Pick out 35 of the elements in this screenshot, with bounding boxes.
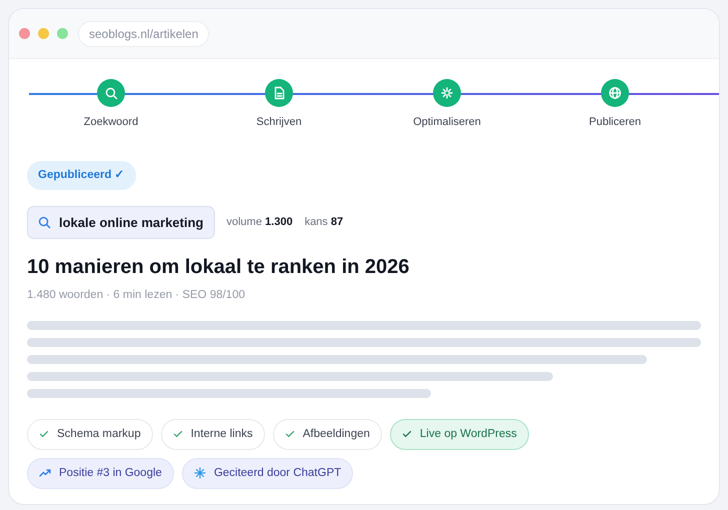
check-icon [402, 429, 412, 440]
check-icon [284, 429, 295, 440]
article-meta: 1.480 woorden · 6 min lezen · SEO 98/100 [27, 288, 246, 304]
trend-up-icon [39, 468, 51, 478]
address-bar[interactable]: seoblogs.nl/artikelen [78, 20, 210, 46]
feature-tag: Interne links [160, 418, 265, 450]
step-marker[interactable] [601, 79, 629, 107]
step-label: Schrijven [256, 115, 302, 130]
step-label: Optimaliseren [413, 115, 481, 130]
keyword-text: lokale online marketing [59, 214, 204, 232]
result-tag: Geciteerd door ChatGPT [182, 458, 354, 489]
close-icon[interactable] [19, 28, 30, 39]
maximize-icon[interactable] [57, 28, 68, 39]
feature-tag: Afbeeldingen [272, 418, 382, 450]
step-label: Zoekwoord [84, 115, 138, 130]
article-title: 10 manieren om lokaal te ranken in 2026 [27, 255, 410, 280]
check-icon [172, 429, 183, 440]
feature-tag: Live op WordPress [390, 418, 529, 450]
step-marker[interactable] [433, 79, 461, 107]
globe-icon [608, 86, 622, 100]
keyword-stat: volume 1.300 [226, 215, 293, 230]
keyword-stat: kans 87 [304, 215, 344, 230]
sparkle-icon [194, 467, 206, 480]
status-badge: Gepubliceerd ✓ [27, 160, 136, 190]
step-marker[interactable] [97, 79, 125, 107]
step-label: Publiceren [589, 115, 641, 130]
minimize-icon[interactable] [38, 28, 49, 39]
check-icon [39, 429, 49, 440]
sparkle-icon [440, 86, 454, 100]
search-icon [104, 86, 118, 100]
feature-tag: Schema markup [27, 418, 153, 450]
result-tag: Positie #3 in Google [27, 458, 174, 489]
step-marker[interactable] [265, 79, 293, 107]
document-icon [272, 86, 286, 100]
search-icon [38, 216, 51, 229]
